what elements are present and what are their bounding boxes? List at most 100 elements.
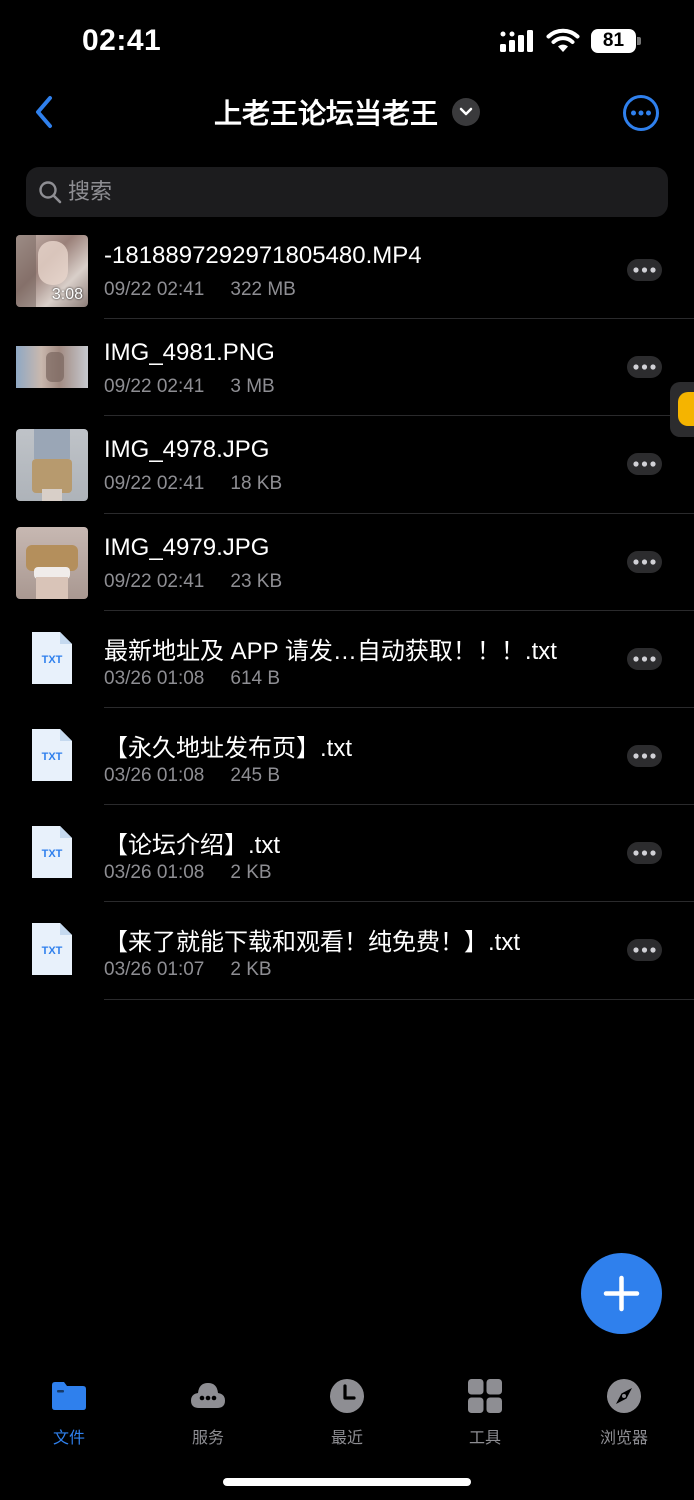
ellipsis-icon <box>633 267 656 273</box>
side-tab-icon <box>678 392 694 426</box>
file-list: 3:08 -1818897292971805480.MP4 09/22 02:4… <box>0 222 694 1000</box>
tab-bar: 文件 服务 最近 工具 浏览器 <box>0 1372 694 1452</box>
file-meta: 03/26 01:08 245 B <box>104 765 280 787</box>
file-date: 09/22 02:41 <box>104 279 205 300</box>
battery-tip <box>637 37 641 45</box>
file-name: IMG_4981.PNG <box>104 339 275 367</box>
file-name: IMG_4979.JPG <box>104 533 270 561</box>
image-thumbnail <box>16 429 88 502</box>
svg-text:TXT: TXT <box>42 751 63 763</box>
chevron-down-icon[interactable] <box>452 98 480 126</box>
tab-label: 工具 <box>468 1430 501 1447</box>
search-icon <box>39 181 62 204</box>
file-date: 09/22 02:41 <box>104 570 205 592</box>
ellipsis-icon <box>633 558 656 565</box>
battery-indicator: 81 <box>591 29 641 53</box>
add-button[interactable] <box>581 1253 662 1334</box>
file-date: 09/22 02:41 <box>104 473 205 495</box>
row-more-button[interactable] <box>627 842 662 865</box>
file-date: 09/22 02:41 <box>104 376 205 398</box>
file-size: 18 KB <box>230 473 283 495</box>
file-size: 2 KB <box>230 862 272 884</box>
side-floating-tab[interactable] <box>670 382 694 437</box>
tab-label: 最近 <box>330 1430 363 1447</box>
file-row[interactable]: TXT 【论坛介绍】.txt 03/26 01:08 2 KB <box>0 805 694 903</box>
back-chevron-icon[interactable] <box>28 92 64 132</box>
file-row[interactable]: IMG_4979.JPG 09/22 02:41 23 KB <box>0 514 694 611</box>
plus-icon <box>603 1275 640 1312</box>
file-row[interactable]: TXT 【来了就能下载和观看！纯免费！】.txt 03/26 01:07 2 KB <box>0 902 694 1000</box>
file-name: 【来了就能下载和观看！纯免费！】.txt <box>104 929 521 957</box>
grid-icon <box>468 1379 502 1413</box>
file-row[interactable]: 3:08 -1818897292971805480.MP4 09/22 02:4… <box>0 222 694 320</box>
compass-icon <box>607 1379 641 1413</box>
file-size: 614 B <box>230 667 281 689</box>
tab-browser[interactable]: 浏览器 <box>564 1372 684 1452</box>
row-more-button[interactable] <box>627 744 662 767</box>
file-row[interactable]: TXT 【永久地址发布页】.txt 03/26 01:08 245 B <box>0 708 694 806</box>
tab-files[interactable]: 文件 <box>9 1372 129 1452</box>
row-divider <box>104 998 694 1000</box>
file-meta: 09/22 02:41 3 MB <box>104 376 275 398</box>
row-more-button[interactable] <box>627 647 662 670</box>
ellipsis-icon <box>633 461 656 467</box>
svg-text:TXT: TXT <box>42 654 63 666</box>
ellipsis-icon <box>633 656 656 662</box>
cloud-icon <box>191 1383 225 1408</box>
svg-text:TXT: TXT <box>42 945 63 957</box>
clock-icon <box>330 1379 364 1413</box>
folder-icon <box>52 1382 86 1410</box>
file-date: 03/26 01:08 <box>104 764 205 786</box>
row-more-button[interactable] <box>627 939 662 962</box>
txt-file-icon: TXT <box>32 631 72 684</box>
ellipsis-icon <box>633 364 656 370</box>
file-meta: 09/22 02:41 23 KB <box>104 571 282 593</box>
tab-services[interactable]: 服务 <box>148 1372 268 1452</box>
nav-title-container: 上老王论坛当老王 <box>0 90 694 134</box>
tab-recent[interactable]: 最近 <box>287 1372 407 1452</box>
file-size: 23 KB <box>230 570 283 592</box>
page-title[interactable]: 上老王论坛当老王 <box>214 92 438 132</box>
home-indicator[interactable] <box>223 1478 471 1486</box>
file-name: -1818897292971805480.MP4 <box>104 242 422 269</box>
file-date: 03/26 01:08 <box>104 667 205 689</box>
ellipsis-icon <box>633 753 656 759</box>
ellipsis-icon <box>633 947 656 953</box>
search-bar[interactable] <box>26 167 668 217</box>
tab-label: 浏览器 <box>599 1430 648 1447</box>
file-size: 245 B <box>230 764 281 786</box>
status-bar: 02:41 81 <box>0 0 694 84</box>
txt-file-icon: TXT <box>32 728 72 781</box>
wifi-icon <box>546 28 580 52</box>
tab-tools[interactable]: 工具 <box>425 1372 545 1452</box>
file-row[interactable]: TXT 最新地址及 APP 请发…自动获取！！！.txt 03/26 01:08… <box>0 611 694 708</box>
row-more-button[interactable] <box>627 259 662 281</box>
row-more-button[interactable] <box>627 453 662 476</box>
file-row[interactable]: IMG_4981.PNG 09/22 02:41 3 MB <box>0 319 694 417</box>
txt-file-icon: TXT <box>32 923 72 976</box>
file-name: 【论坛介绍】.txt <box>104 832 281 860</box>
row-more-button[interactable] <box>627 356 662 379</box>
file-meta: 03/26 01:08 614 B <box>104 668 280 690</box>
search-input[interactable] <box>68 167 648 217</box>
file-name: 最新地址及 APP 请发…自动获取！！！.txt <box>104 637 557 665</box>
file-date: 03/26 01:07 <box>104 959 205 981</box>
file-size: 322 MB <box>230 279 296 300</box>
file-size: 3 MB <box>230 376 275 398</box>
image-thumbnail <box>16 526 88 599</box>
more-options-icon[interactable] <box>622 94 660 132</box>
file-date: 03/26 01:08 <box>104 862 205 884</box>
row-more-button[interactable] <box>627 550 662 573</box>
file-meta: 09/22 02:41 18 KB <box>104 473 282 495</box>
video-thumbnail: 3:08 <box>16 235 88 307</box>
tab-label: 文件 <box>52 1430 85 1447</box>
file-row[interactable]: IMG_4978.JPG 09/22 02:41 18 KB <box>0 416 694 514</box>
file-meta: 09/22 02:41 322 MB <box>104 279 296 301</box>
txt-file-icon: TXT <box>32 826 72 879</box>
cellular-signal-icon <box>500 30 533 52</box>
file-size: 2 KB <box>230 959 272 981</box>
file-meta: 03/26 01:08 2 KB <box>104 862 272 884</box>
status-time: 02:41 <box>82 24 162 57</box>
file-meta: 03/26 01:07 2 KB <box>104 959 272 981</box>
battery-level: 81 <box>591 29 636 53</box>
